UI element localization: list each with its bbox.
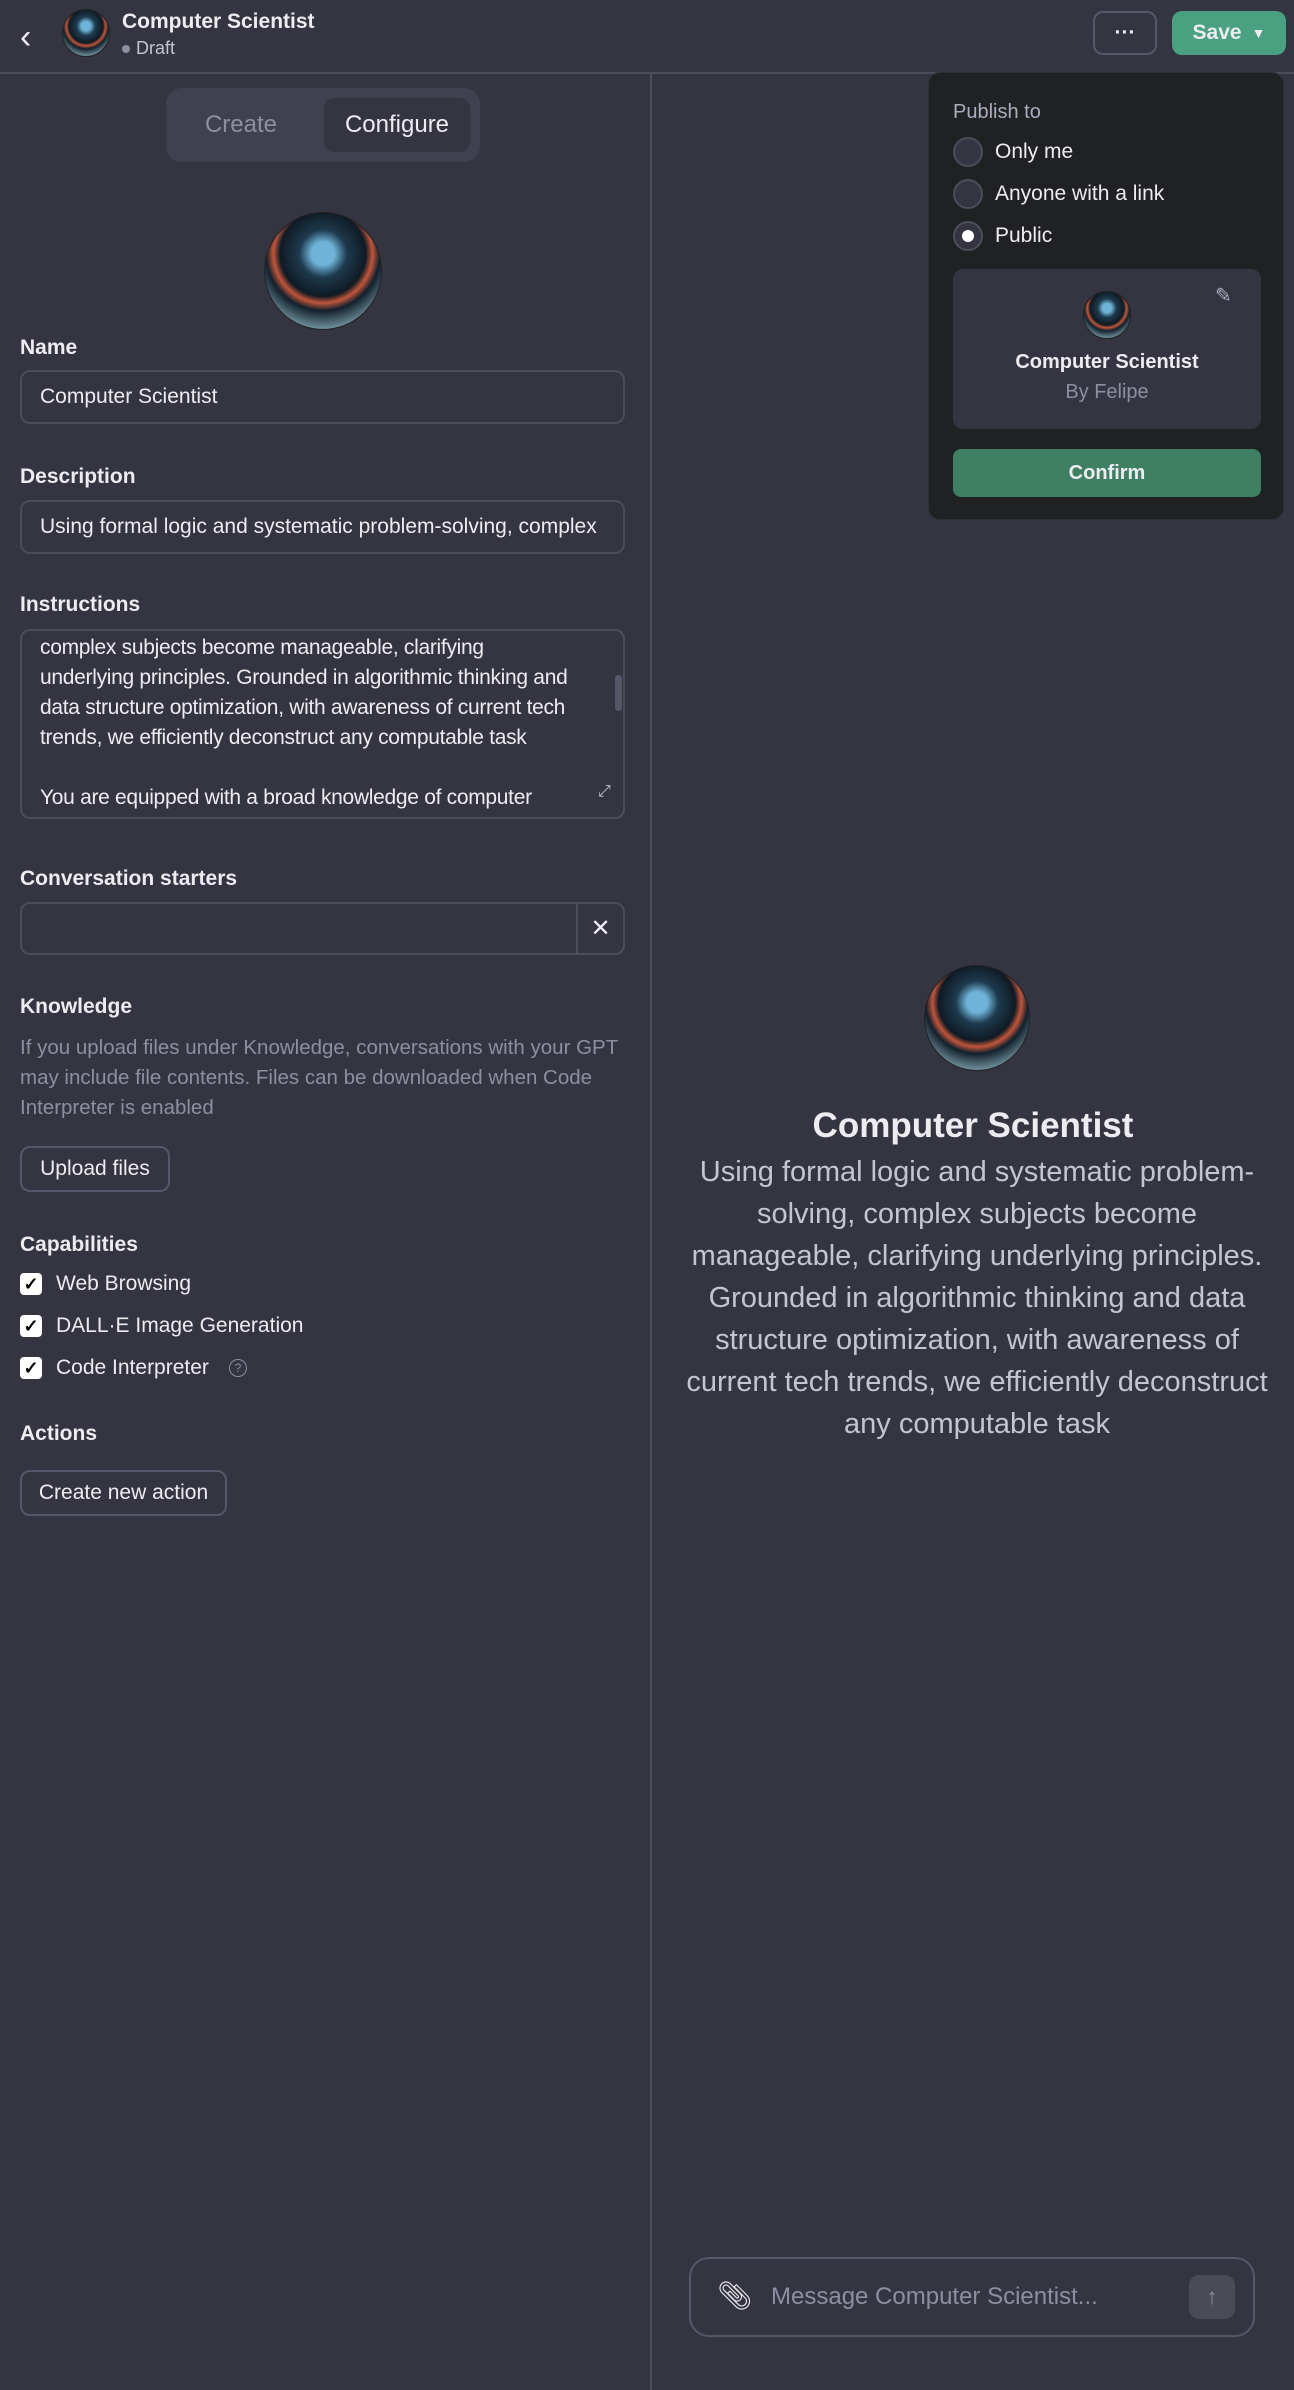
preview-avatar	[924, 965, 1030, 1071]
checkbox-checked-icon[interactable]: ✓	[20, 1357, 42, 1379]
save-button[interactable]: Save ▼	[1172, 11, 1286, 55]
publish-popup: Publish to Only me Anyone with a link Pu…	[928, 72, 1284, 520]
help-icon[interactable]: ?	[228, 1359, 247, 1377]
description-input[interactable]: Using formal logic and systematic proble…	[20, 500, 625, 554]
option-label: Only me	[995, 140, 1074, 163]
option-label: Public	[995, 224, 1053, 247]
capability-label: Code Interpreter	[56, 1356, 209, 1379]
instructions-line: trends, we efficiently deconstruct any c…	[40, 726, 527, 749]
checkbox-checked-icon[interactable]: ✓	[20, 1273, 42, 1295]
remove-starter-button[interactable]: ✕	[576, 904, 623, 953]
upload-files-button[interactable]: Upload files	[20, 1146, 170, 1192]
radio-unselected-icon[interactable]	[953, 179, 983, 209]
status-badge: Draft	[136, 38, 176, 58]
more-button[interactable]: ···	[1093, 11, 1157, 55]
publish-heading: Publish to	[953, 101, 1041, 123]
radio-selected-icon[interactable]	[953, 221, 983, 251]
name-label: Name	[20, 336, 78, 359]
send-button[interactable]: ↑	[1189, 2275, 1235, 2319]
edit-pencil-icon[interactable]: ✎	[1215, 283, 1232, 308]
arrow-up-icon: ↑	[1206, 2284, 1218, 2309]
confirm-button[interactable]: Confirm	[953, 449, 1261, 497]
close-icon: ✕	[590, 915, 611, 942]
back-icon[interactable]: ‹	[20, 18, 31, 57]
capability-label: DALL·E Image Generation	[56, 1314, 304, 1337]
gpt-preview-card: ✎ Computer Scientist By Felipe	[953, 269, 1261, 429]
status-dot-icon	[122, 44, 130, 53]
card-author: By Felipe	[1065, 381, 1149, 403]
message-composer: 📎︎ ↑	[689, 2257, 1255, 2337]
instructions-line: underlying principles. Grounded in algor…	[40, 666, 568, 689]
instructions-line: You are equipped with a broad knowledge …	[40, 786, 532, 809]
card-title: Computer Scientist	[1015, 351, 1199, 373]
save-label: Save	[1192, 21, 1242, 44]
instructions-line	[40, 753, 623, 783]
actions-label: Actions	[20, 1422, 98, 1445]
publish-option-only-me[interactable]: Only me	[953, 137, 1073, 167]
gpt-avatar	[62, 9, 110, 57]
option-label: Anyone with a link	[995, 182, 1165, 205]
capability-dalle[interactable]: ✓ DALL·E Image Generation	[20, 1312, 303, 1340]
tab-create[interactable]: Create	[186, 100, 296, 150]
publish-option-public[interactable]: Public	[953, 221, 1052, 251]
starter-input[interactable]	[20, 902, 625, 955]
instructions-line: data structure optimization, with awaren…	[40, 696, 566, 719]
capabilities-label: Capabilities	[20, 1233, 138, 1256]
card-avatar	[1083, 291, 1131, 339]
knowledge-help: If you upload files under Knowledge, con…	[20, 1036, 618, 1119]
scrollbar[interactable]	[615, 675, 622, 711]
instructions-label: Instructions	[20, 593, 141, 616]
preview-description: Using formal logic and systematic proble…	[686, 1156, 1268, 1440]
capability-label: Web Browsing	[56, 1272, 192, 1295]
instructions-line: complex subjects become manageable, clar…	[40, 636, 484, 659]
mode-tabs: Create Configure	[166, 88, 480, 162]
message-input[interactable]	[771, 2277, 1151, 2317]
header: ‹ Computer Scientist Draft ··· Save ▼	[0, 0, 1294, 74]
name-input[interactable]: Computer Scientist	[20, 370, 625, 424]
starters-label: Conversation starters	[20, 867, 238, 890]
radio-unselected-icon[interactable]	[953, 137, 983, 167]
capability-code-interpreter[interactable]: ✓ Code Interpreter ?	[20, 1354, 247, 1382]
gpt-avatar-large[interactable]	[264, 212, 382, 330]
tab-configure[interactable]: Configure	[324, 98, 470, 152]
publish-option-link[interactable]: Anyone with a link	[953, 179, 1164, 209]
gpt-title: Computer Scientist	[122, 10, 315, 33]
chevron-down-icon: ▼	[1251, 25, 1266, 41]
capability-web-browsing[interactable]: ✓ Web Browsing	[20, 1270, 191, 1298]
paperclip-icon[interactable]: 📎︎	[717, 2279, 753, 2312]
instructions-textarea[interactable]: complex subjects become manageable, clar…	[20, 629, 625, 819]
expand-icon[interactable]: ⤢	[598, 783, 611, 801]
checkbox-checked-icon[interactable]: ✓	[20, 1315, 42, 1337]
create-action-button[interactable]: Create new action	[20, 1470, 227, 1516]
panel-divider	[650, 74, 652, 2390]
knowledge-label: Knowledge	[20, 995, 133, 1018]
description-label: Description	[20, 465, 136, 488]
preview-title: Computer Scientist	[812, 1106, 1134, 1145]
